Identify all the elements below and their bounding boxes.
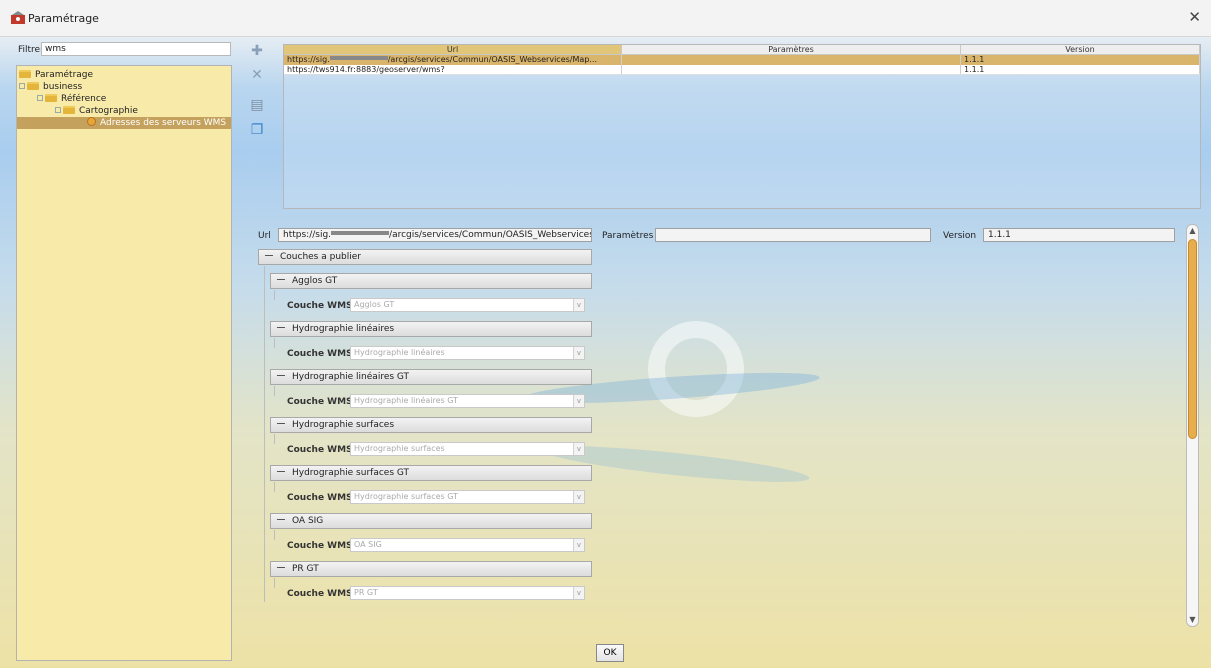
delete-icon[interactable]: ✕	[249, 67, 265, 83]
collapse-icon	[277, 471, 285, 472]
add-icon[interactable]: ✚	[249, 43, 265, 59]
layer-header[interactable]: OA SIG	[270, 513, 592, 529]
column-header-url[interactable]: Url	[284, 45, 622, 54]
collapse-icon	[277, 567, 285, 568]
wms-layer-select[interactable]: PR GT v	[350, 586, 585, 600]
wms-layer-select[interactable]: Hydrographie linéaires GT v	[350, 394, 585, 408]
column-header-version[interactable]: Version	[961, 45, 1200, 54]
wms-layer-label: Couche WMS	[287, 349, 353, 359]
url-label: Url	[258, 231, 271, 241]
tree-node-business[interactable]: business	[19, 81, 82, 93]
cell-url: https://tws914.fr:8883/geoserver/wms?	[284, 65, 622, 74]
layer-header[interactable]: Hydrographie linéaires GT	[270, 369, 592, 385]
globe-icon	[87, 117, 96, 126]
column-header-params[interactable]: Paramètres	[622, 45, 961, 54]
indent-guide	[274, 578, 275, 588]
table-row[interactable]: https://sig./arcgis/services/Commun/OASI…	[284, 55, 1200, 65]
indent-guide	[274, 434, 275, 444]
folder-icon	[19, 70, 31, 78]
tree-node-reference[interactable]: Référence	[37, 93, 106, 105]
servers-table[interactable]: Url Paramètres Version https://sig./arcg…	[283, 44, 1201, 209]
wms-layer-select[interactable]: Hydrographie surfaces GT v	[350, 490, 585, 504]
params-field[interactable]	[655, 228, 931, 242]
filter-input[interactable]	[41, 42, 231, 56]
ok-button[interactable]: OK	[596, 644, 624, 662]
watermark-ring	[648, 321, 744, 417]
chevron-down-icon[interactable]: v	[573, 395, 584, 407]
stack-icon[interactable]: ▤	[249, 97, 265, 113]
folder-icon	[45, 94, 57, 102]
scrollbar-thumb[interactable]	[1188, 239, 1197, 439]
layer-header[interactable]: Agglos GT	[270, 273, 592, 289]
indent-guide	[274, 482, 275, 492]
cell-params	[622, 65, 961, 74]
chevron-down-icon[interactable]: v	[573, 299, 584, 311]
layer-header[interactable]: PR GT	[270, 561, 592, 577]
indent-guide	[264, 266, 265, 602]
cell-params	[622, 55, 961, 65]
settings-tree[interactable]: Paramétrage business Référence Cartograp…	[16, 65, 232, 661]
indent-guide	[274, 338, 275, 348]
tree-node-root[interactable]: Paramétrage	[19, 69, 93, 81]
wms-layer-label: Couche WMS	[287, 493, 353, 503]
version-label: Version	[943, 231, 977, 241]
chevron-down-icon[interactable]: v	[573, 443, 584, 455]
chevron-down-icon[interactable]: ▼	[1187, 614, 1198, 626]
collapse-icon	[277, 327, 285, 328]
table-header: Url Paramètres Version	[284, 45, 1200, 55]
collapse-icon	[277, 519, 285, 520]
wms-layer-label: Couche WMS	[287, 397, 353, 407]
dialog-body: Filtrer Paramétrage business Référence C…	[0, 37, 1211, 668]
folder-icon	[27, 82, 39, 90]
version-field[interactable]: 1.1.1	[983, 228, 1175, 242]
layer-header[interactable]: Hydrographie surfaces	[270, 417, 592, 433]
wms-layer-select[interactable]: Hydrographie linéaires v	[350, 346, 585, 360]
redacted-mask	[329, 56, 388, 60]
url-field[interactable]: https://sig./arcgis/services/Commun/OASI…	[278, 228, 592, 242]
expander-icon[interactable]	[55, 107, 61, 113]
window-title: Paramétrage	[28, 12, 99, 25]
wms-layer-select[interactable]: Hydrographie surfaces v	[350, 442, 585, 456]
layers-section-header[interactable]: Couches a publier	[258, 249, 592, 265]
collapse-icon	[265, 255, 273, 256]
tree-node-wms-servers[interactable]: Adresses des serveurs WMS	[17, 117, 231, 129]
wms-layer-select[interactable]: OA SIG v	[350, 538, 585, 552]
chevron-down-icon[interactable]: v	[573, 347, 584, 359]
cell-url: https://sig./arcgis/services/Commun/OASI…	[284, 55, 622, 65]
copy-icon[interactable]: ❐	[249, 122, 265, 138]
tree-node-cartographie[interactable]: Cartographie	[55, 105, 138, 117]
collapse-icon	[277, 423, 285, 424]
indent-guide	[274, 386, 275, 396]
layer-header[interactable]: Hydrographie surfaces GT	[270, 465, 592, 481]
cell-version: 1.1.1	[961, 55, 1200, 65]
wms-layer-label: Couche WMS	[287, 445, 353, 455]
wms-layer-select[interactable]: Agglos GT v	[350, 298, 585, 312]
layer-header[interactable]: Hydrographie linéaires	[270, 321, 592, 337]
title-bar: Paramétrage ✕	[0, 0, 1211, 37]
collapse-icon	[277, 279, 285, 280]
chevron-down-icon[interactable]: v	[573, 539, 584, 551]
expander-icon[interactable]	[19, 83, 25, 89]
vertical-scrollbar[interactable]: ▲ ▼	[1186, 224, 1199, 627]
collapse-icon	[277, 375, 285, 376]
indent-guide	[274, 290, 275, 300]
app-icon	[11, 11, 25, 24]
params-label: Paramètres	[602, 231, 654, 241]
chevron-down-icon[interactable]: v	[573, 491, 584, 503]
wms-layer-label: Couche WMS	[287, 589, 353, 599]
wms-layer-label: Couche WMS	[287, 541, 353, 551]
chevron-down-icon[interactable]: v	[573, 587, 584, 599]
table-row[interactable]: https://tws914.fr:8883/geoserver/wms? 1.…	[284, 65, 1200, 75]
chevron-up-icon[interactable]: ▲	[1187, 225, 1198, 237]
redacted-mask	[331, 231, 390, 235]
wms-layer-label: Couche WMS	[287, 301, 353, 311]
close-icon[interactable]: ✕	[1188, 8, 1201, 26]
cell-version: 1.1.1	[961, 65, 1200, 74]
expander-icon[interactable]	[37, 95, 43, 101]
filter-label: Filtrer	[18, 45, 44, 55]
indent-guide	[274, 530, 275, 540]
folder-icon	[63, 106, 75, 114]
